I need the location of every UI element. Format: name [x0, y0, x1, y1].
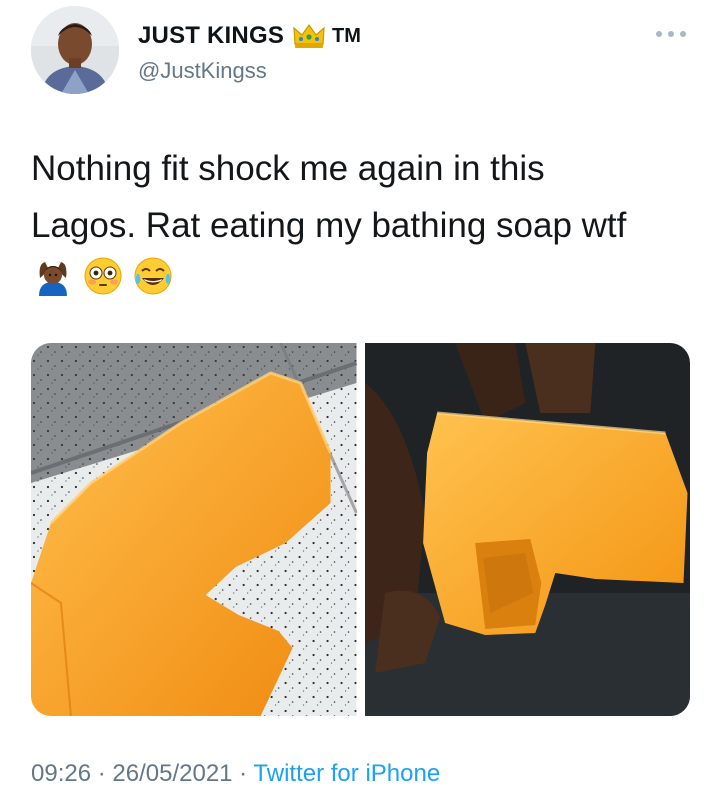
flushed-face-emoji-icon: [84, 257, 122, 295]
meta-separator: ·: [91, 760, 113, 787]
tweet-text-line: Nothing fit shock me again in this: [31, 149, 545, 188]
tweet-media: [31, 343, 690, 716]
tweet-meta: 09:26 · 26/05/2021 · Twitter for iPhone: [31, 760, 440, 788]
tears-of-joy-emoji-icon: [134, 257, 172, 295]
tweet-text-line: Lagos. Rat eating my bathing soap wtf: [31, 206, 627, 245]
tweet-time[interactable]: 09:26: [31, 760, 91, 787]
emoji-row: [33, 256, 173, 296]
photo-soap-held-in-hand[interactable]: [364, 343, 690, 716]
more-options-icon[interactable]: [654, 28, 688, 40]
author-name-row[interactable]: JUST KINGS TM: [138, 22, 361, 50]
display-name[interactable]: JUST KINGS: [138, 22, 284, 50]
man-gesturing-ok-emoji-icon: [39, 262, 67, 296]
tweet-card: JUST KINGS TM @JustKingss Nothing fit sh…: [0, 0, 720, 804]
trademark-label: TM: [332, 24, 361, 47]
tweet-date[interactable]: 26/05/2021: [112, 760, 232, 787]
author-handle[interactable]: @JustKingss: [138, 58, 267, 84]
avatar[interactable]: [31, 6, 119, 94]
photo-soap-on-speckled-surface[interactable]: [31, 343, 357, 716]
tweet-text: Nothing fit shock me again in this Lagos…: [31, 140, 691, 254]
meta-separator: ·: [232, 760, 254, 787]
tweet-source-link[interactable]: Twitter for iPhone: [253, 760, 440, 787]
crown-icon: [293, 23, 325, 48]
